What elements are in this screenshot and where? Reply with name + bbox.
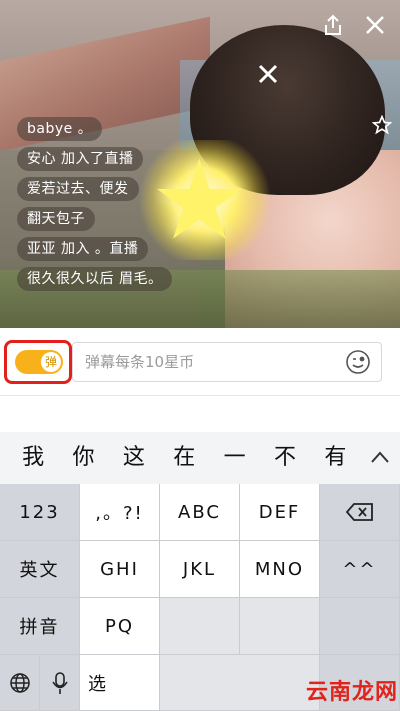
microphone-icon[interactable]: [40, 655, 80, 711]
key-jkl[interactable]: JKL: [160, 541, 240, 598]
danmaku-toggle-label: 弹: [41, 352, 61, 372]
input-gap: [0, 396, 400, 432]
key-wxyz[interactable]: [240, 598, 320, 655]
chat-message: 翻天包子: [17, 207, 95, 231]
key-punctuation[interactable]: ,。?!: [80, 484, 160, 541]
chat-list: babye 。 安心 加入了直播 爱若过去、便发 翻天包子 亚亚 加入 。直播 …: [17, 117, 247, 297]
key-mno[interactable]: MNO: [240, 541, 320, 598]
candidate-word[interactable]: 你: [58, 432, 108, 484]
danmaku-toggle[interactable]: 弹: [15, 350, 63, 374]
chevron-up-icon[interactable]: [361, 432, 400, 484]
chat-message: 安心 加入了直播: [17, 147, 144, 171]
live-video: ★ babye 。 安心 加入了直播 爱若过去、便发 翻天包子 亚亚 加入 。直…: [0, 0, 400, 328]
key-def[interactable]: DEF: [240, 484, 320, 541]
smiley-icon[interactable]: [345, 349, 371, 375]
candidate-word[interactable]: 不: [260, 432, 310, 484]
chat-message: 亚亚 加入 。直播: [17, 237, 149, 261]
close-icon[interactable]: [360, 10, 390, 40]
key-emoticon[interactable]: ^^: [320, 541, 400, 598]
star-outline-icon[interactable]: [370, 113, 394, 137]
candidate-word[interactable]: 有: [310, 432, 360, 484]
watermark-text: 云南龙网: [305, 680, 398, 705]
keyboard: 我 你 这 在 一 不 有 123 ,。?! ABC DEF 英文 GHI JK…: [0, 432, 400, 711]
chat-message: 爱若过去、便发: [17, 177, 139, 201]
candidate-bar: 我 你 这 在 一 不 有: [0, 432, 400, 484]
danmaku-toggle-highlight: 弹: [4, 340, 72, 384]
candidate-word[interactable]: 这: [109, 432, 159, 484]
candidate-word[interactable]: 在: [159, 432, 209, 484]
backspace-icon[interactable]: [320, 484, 400, 541]
candidate-word[interactable]: 我: [8, 432, 58, 484]
dismiss-gift-icon[interactable]: [252, 58, 284, 90]
candidate-word[interactable]: 一: [209, 432, 259, 484]
chat-message: babye 。: [17, 117, 103, 141]
key-english[interactable]: 英文: [0, 541, 80, 598]
key-ghi[interactable]: GHI: [80, 541, 160, 598]
danmaku-input[interactable]: [72, 342, 382, 382]
globe-icon[interactable]: [0, 655, 40, 711]
chat-message: 很久很久以后 眉毛。: [17, 267, 173, 291]
comment-input-bar: 弹: [0, 328, 400, 396]
key-select[interactable]: 选: [80, 655, 160, 711]
key-pqrs[interactable]: PQ: [80, 598, 160, 655]
key-tuv[interactable]: [160, 598, 240, 655]
key-return[interactable]: [320, 598, 400, 655]
key-abc[interactable]: ABC: [160, 484, 240, 541]
key-123[interactable]: 123: [0, 484, 80, 541]
share-icon[interactable]: [318, 10, 348, 40]
key-pinyin[interactable]: 拼音: [0, 598, 80, 655]
